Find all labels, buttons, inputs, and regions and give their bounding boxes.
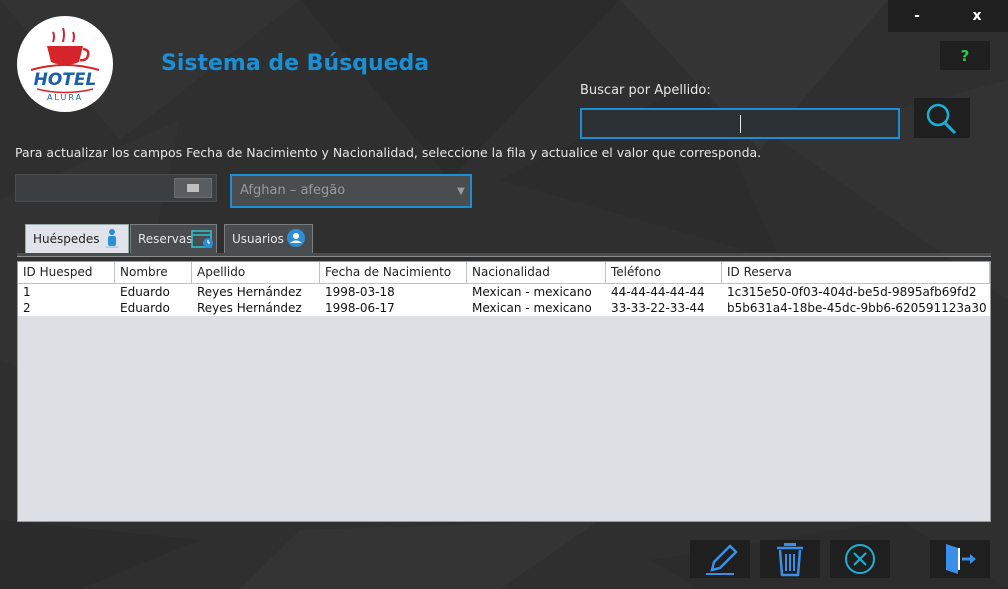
birthdate-field[interactable] (15, 174, 217, 202)
help-button[interactable]: ? (940, 41, 990, 70)
table-row[interactable]: 1 Eduardo Reyes Hernández 1998-03-18 Mex… (18, 284, 990, 300)
cancel-icon (845, 544, 875, 574)
tab-huespedes-label: Huéspedes (33, 232, 100, 246)
person-icon (106, 229, 118, 248)
table-cell: Eduardo (120, 285, 170, 299)
tab-reservas[interactable]: Reservas (130, 224, 217, 253)
cancel-button[interactable] (830, 540, 890, 578)
table-cell: Mexican - mexicano (472, 285, 592, 299)
svg-text:HOTEL: HOTEL (34, 70, 97, 90)
exit-icon (946, 544, 976, 574)
table-cell: 44-44-44-44-44 (611, 285, 705, 299)
nationality-value: Afghan – afegão (240, 183, 346, 198)
minimize-button[interactable]: - (888, 0, 946, 32)
table-cell: Eduardo (120, 301, 170, 315)
user-circle-icon (287, 229, 305, 247)
table-cell: 2 (23, 301, 31, 315)
svg-text:ALURA: ALURA (47, 93, 83, 102)
table-cell: Reyes Hernández (197, 285, 302, 299)
table-cell: Reyes Hernández (197, 301, 302, 315)
exit-button[interactable] (930, 540, 990, 578)
hotel-logo: HOTEL ALURA (17, 16, 113, 112)
calendar-icon (187, 184, 199, 192)
nationality-select[interactable]: Afghan – afegão ▼ (230, 174, 472, 208)
column-header[interactable]: Nacionalidad (467, 262, 606, 283)
edit-icon (706, 544, 738, 575)
tab-strip-line (17, 256, 991, 257)
tab-huespedes[interactable]: Huéspedes (25, 224, 129, 253)
edit-button[interactable] (690, 540, 750, 578)
column-header[interactable]: Apellido (192, 262, 320, 283)
table-header: ID Huesped Nombre Apellido Fecha de Naci… (18, 262, 990, 284)
text-caret (740, 115, 741, 133)
guests-table[interactable]: ID Huesped Nombre Apellido Fecha de Naci… (17, 261, 991, 522)
table-cell: 33-33-22-33-44 (611, 301, 705, 315)
search-icon (926, 103, 957, 135)
search-button[interactable] (914, 98, 970, 138)
column-header[interactable]: Nombre (115, 262, 192, 283)
tab-reservas-label: Reservas (138, 232, 193, 246)
calendar-clock-icon (191, 230, 213, 248)
table-cell: b5b631a4-18be-45dc-9bb6-620591123a30 (727, 301, 987, 315)
column-header[interactable]: ID Reserva (722, 262, 990, 283)
table-cell: Mexican - mexicano (472, 301, 592, 315)
page-title: Sistema de Búsqueda (161, 51, 430, 76)
column-header[interactable]: Fecha de Nacimiento (320, 262, 467, 283)
column-header[interactable]: ID Huesped (18, 262, 115, 283)
trash-icon (777, 543, 803, 577)
table-row[interactable]: 2 Eduardo Reyes Hernández 1998-06-17 Mex… (18, 300, 990, 316)
tab-usuarios[interactable]: Usuarios (224, 224, 313, 253)
calendar-button[interactable] (174, 178, 212, 198)
chevron-down-icon: ▼ (457, 185, 465, 197)
instructions-text: Para actualizar los campos Fecha de Naci… (15, 145, 762, 160)
column-header[interactable]: Teléfono (606, 262, 722, 283)
table-cell: 1998-06-17 (325, 301, 395, 315)
table-cell: 1c315e50-0f03-404d-be5d-9895afb69fd2 (727, 285, 977, 299)
tab-usuarios-label: Usuarios (232, 232, 284, 246)
close-button[interactable]: x (948, 0, 1006, 32)
table-cell: 1 (23, 285, 31, 299)
search-label: Buscar por Apellido: (580, 83, 711, 98)
delete-button[interactable] (760, 540, 820, 578)
coffee-cup-icon: HOTEL ALURA (30, 27, 100, 102)
window-controls: - x (888, 0, 1008, 32)
search-input[interactable] (580, 108, 900, 139)
table-cell: 1998-03-18 (325, 285, 395, 299)
